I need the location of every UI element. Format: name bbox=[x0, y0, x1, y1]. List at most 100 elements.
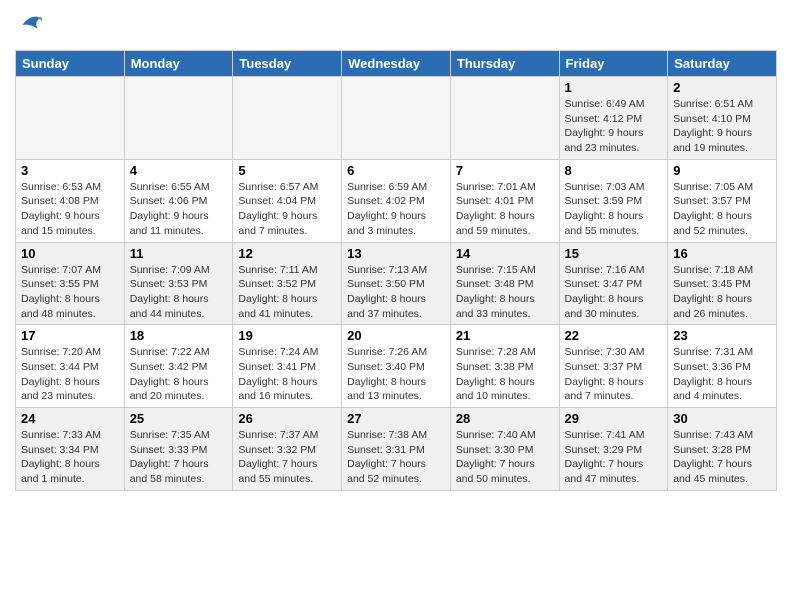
day-number: 26 bbox=[238, 411, 336, 426]
day-number: 19 bbox=[238, 328, 336, 343]
day-details: Sunrise: 6:51 AM Sunset: 4:10 PM Dayligh… bbox=[673, 97, 771, 156]
day-number: 23 bbox=[673, 328, 771, 343]
day-number: 17 bbox=[21, 328, 119, 343]
day-number: 20 bbox=[347, 328, 445, 343]
day-details: Sunrise: 7:40 AM Sunset: 3:30 PM Dayligh… bbox=[456, 428, 554, 487]
day-number: 8 bbox=[565, 163, 663, 178]
calendar-table: Sunday Monday Tuesday Wednesday Thursday… bbox=[15, 50, 777, 491]
calendar-cell: 8Sunrise: 7:03 AM Sunset: 3:59 PM Daylig… bbox=[559, 159, 668, 242]
page: Sunday Monday Tuesday Wednesday Thursday… bbox=[0, 0, 792, 612]
calendar-cell: 17 Sunrise: 7:20 AM Sunset: 3:44 PM Dayli… bbox=[16, 325, 125, 408]
day-details: Sunrise: 7:31 AM Sunset: 3:36 PM Dayligh… bbox=[673, 345, 771, 404]
calendar-week-2: 3Sunrise: 6:53 AM Sunset: 4:08 PM Daylig… bbox=[16, 159, 777, 242]
day-details: Sunrise: 7:13 AM Sunset: 3:50 PM Dayligh… bbox=[347, 263, 445, 322]
day-details: Sunrise: 6:57 AM Sunset: 4:04 PM Dayligh… bbox=[238, 180, 336, 239]
calendar-cell: 28 Sunrise: 7:40 AM Sunset: 3:30 PM Dayli… bbox=[450, 408, 559, 491]
calendar-cell: 6 Sunrise: 6:59 AM Sunset: 4:02 PM Daylig… bbox=[342, 159, 451, 242]
day-number: 9 bbox=[673, 163, 771, 178]
calendar-cell: 29 Sunrise: 7:41 AM Sunset: 3:29 PM Dayli… bbox=[559, 408, 668, 491]
day-details: Sunrise: 7:38 AM Sunset: 3:31 PM Dayligh… bbox=[347, 428, 445, 487]
day-number: 11 bbox=[130, 246, 228, 261]
header bbox=[15, 10, 777, 40]
day-details: Sunrise: 7:37 AM Sunset: 3:32 PM Dayligh… bbox=[238, 428, 336, 487]
day-number: 30 bbox=[673, 411, 771, 426]
day-details: Sunrise: 7:05 AM Sunset: 3:57 PM Dayligh… bbox=[673, 180, 771, 239]
day-details: Sunrise: 7:33 AM Sunset: 3:34 PM Dayligh… bbox=[21, 428, 119, 487]
day-details: Sunrise: 7:43 AM Sunset: 3:28 PM Dayligh… bbox=[673, 428, 771, 487]
calendar-cell bbox=[450, 77, 559, 160]
day-details: Sunrise: 7:28 AM Sunset: 3:38 PM Dayligh… bbox=[456, 345, 554, 404]
calendar-cell: 10 Sunrise: 7:07 AM Sunset: 3:55 PM Dayli… bbox=[16, 242, 125, 325]
calendar-cell: 21 Sunrise: 7:28 AM Sunset: 3:38 PM Dayli… bbox=[450, 325, 559, 408]
day-number: 13 bbox=[347, 246, 445, 261]
calendar-cell: 19 Sunrise: 7:24 AM Sunset: 3:41 PM Dayli… bbox=[233, 325, 342, 408]
calendar-cell bbox=[233, 77, 342, 160]
day-details: Sunrise: 7:07 AM Sunset: 3:55 PM Dayligh… bbox=[21, 263, 119, 322]
calendar-cell bbox=[124, 77, 233, 160]
day-details: Sunrise: 7:30 AM Sunset: 3:37 PM Dayligh… bbox=[565, 345, 663, 404]
calendar-week-3: 10 Sunrise: 7:07 AM Sunset: 3:55 PM Dayli… bbox=[16, 242, 777, 325]
day-number: 10 bbox=[21, 246, 119, 261]
logo-bird-icon bbox=[15, 10, 45, 40]
day-details: Sunrise: 6:59 AM Sunset: 4:02 PM Dayligh… bbox=[347, 180, 445, 239]
calendar-cell: 13 Sunrise: 7:13 AM Sunset: 3:50 PM Dayli… bbox=[342, 242, 451, 325]
day-details: Sunrise: 7:11 AM Sunset: 3:52 PM Dayligh… bbox=[238, 263, 336, 322]
day-number: 14 bbox=[456, 246, 554, 261]
calendar-header-row: Sunday Monday Tuesday Wednesday Thursday… bbox=[16, 51, 777, 77]
calendar-cell: 25 Sunrise: 7:35 AM Sunset: 3:33 PM Dayli… bbox=[124, 408, 233, 491]
day-number: 7 bbox=[456, 163, 554, 178]
day-details: Sunrise: 7:41 AM Sunset: 3:29 PM Dayligh… bbox=[565, 428, 663, 487]
day-number: 18 bbox=[130, 328, 228, 343]
day-details: Sunrise: 7:15 AM Sunset: 3:48 PM Dayligh… bbox=[456, 263, 554, 322]
calendar-cell: 18 Sunrise: 7:22 AM Sunset: 3:42 PM Dayli… bbox=[124, 325, 233, 408]
col-tuesday: Tuesday bbox=[233, 51, 342, 77]
day-details: Sunrise: 6:55 AM Sunset: 4:06 PM Dayligh… bbox=[130, 180, 228, 239]
calendar-cell: 15 Sunrise: 7:16 AM Sunset: 3:47 PM Dayli… bbox=[559, 242, 668, 325]
day-number: 28 bbox=[456, 411, 554, 426]
col-wednesday: Wednesday bbox=[342, 51, 451, 77]
logo bbox=[15, 10, 49, 40]
calendar-cell: 20Sunrise: 7:26 AM Sunset: 3:40 PM Dayli… bbox=[342, 325, 451, 408]
calendar-week-5: 24 Sunrise: 7:33 AM Sunset: 3:34 PM Dayli… bbox=[16, 408, 777, 491]
day-details: Sunrise: 7:09 AM Sunset: 3:53 PM Dayligh… bbox=[130, 263, 228, 322]
col-sunday: Sunday bbox=[16, 51, 125, 77]
day-details: Sunrise: 7:22 AM Sunset: 3:42 PM Dayligh… bbox=[130, 345, 228, 404]
day-number: 29 bbox=[565, 411, 663, 426]
day-number: 6 bbox=[347, 163, 445, 178]
day-number: 27 bbox=[347, 411, 445, 426]
day-details: Sunrise: 6:53 AM Sunset: 4:08 PM Dayligh… bbox=[21, 180, 119, 239]
calendar-cell bbox=[16, 77, 125, 160]
calendar-cell bbox=[342, 77, 451, 160]
col-monday: Monday bbox=[124, 51, 233, 77]
calendar-cell: 14 Sunrise: 7:15 AM Sunset: 3:48 PM Dayli… bbox=[450, 242, 559, 325]
day-details: Sunrise: 7:24 AM Sunset: 3:41 PM Dayligh… bbox=[238, 345, 336, 404]
calendar-cell: 23 Sunrise: 7:31 AM Sunset: 3:36 PM Dayli… bbox=[668, 325, 777, 408]
calendar-cell: 24 Sunrise: 7:33 AM Sunset: 3:34 PM Dayli… bbox=[16, 408, 125, 491]
day-number: 24 bbox=[21, 411, 119, 426]
day-number: 4 bbox=[130, 163, 228, 178]
day-details: Sunrise: 6:49 AM Sunset: 4:12 PM Dayligh… bbox=[565, 97, 663, 156]
calendar-cell: 2Sunrise: 6:51 AM Sunset: 4:10 PM Daylig… bbox=[668, 77, 777, 160]
calendar-cell: 9 Sunrise: 7:05 AM Sunset: 3:57 PM Daylig… bbox=[668, 159, 777, 242]
day-details: Sunrise: 7:18 AM Sunset: 3:45 PM Dayligh… bbox=[673, 263, 771, 322]
day-number: 15 bbox=[565, 246, 663, 261]
calendar-cell: 16Sunrise: 7:18 AM Sunset: 3:45 PM Dayli… bbox=[668, 242, 777, 325]
day-details: Sunrise: 7:35 AM Sunset: 3:33 PM Dayligh… bbox=[130, 428, 228, 487]
calendar-cell: 1 Sunrise: 6:49 AM Sunset: 4:12 PM Daylig… bbox=[559, 77, 668, 160]
calendar-cell: 30 Sunrise: 7:43 AM Sunset: 3:28 PM Dayli… bbox=[668, 408, 777, 491]
day-number: 21 bbox=[456, 328, 554, 343]
day-details: Sunrise: 7:20 AM Sunset: 3:44 PM Dayligh… bbox=[21, 345, 119, 404]
calendar-cell: 3Sunrise: 6:53 AM Sunset: 4:08 PM Daylig… bbox=[16, 159, 125, 242]
calendar-cell: 22Sunrise: 7:30 AM Sunset: 3:37 PM Dayli… bbox=[559, 325, 668, 408]
day-number: 1 bbox=[565, 80, 663, 95]
day-number: 5 bbox=[238, 163, 336, 178]
day-number: 25 bbox=[130, 411, 228, 426]
calendar-cell: 4 Sunrise: 6:55 AM Sunset: 4:06 PM Daylig… bbox=[124, 159, 233, 242]
day-number: 12 bbox=[238, 246, 336, 261]
calendar-cell: 12 Sunrise: 7:11 AM Sunset: 3:52 PM Dayli… bbox=[233, 242, 342, 325]
calendar-week-1: 1 Sunrise: 6:49 AM Sunset: 4:12 PM Daylig… bbox=[16, 77, 777, 160]
day-details: Sunrise: 7:16 AM Sunset: 3:47 PM Dayligh… bbox=[565, 263, 663, 322]
calendar-week-4: 17 Sunrise: 7:20 AM Sunset: 3:44 PM Dayli… bbox=[16, 325, 777, 408]
col-thursday: Thursday bbox=[450, 51, 559, 77]
calendar-cell: 7Sunrise: 7:01 AM Sunset: 4:01 PM Daylig… bbox=[450, 159, 559, 242]
